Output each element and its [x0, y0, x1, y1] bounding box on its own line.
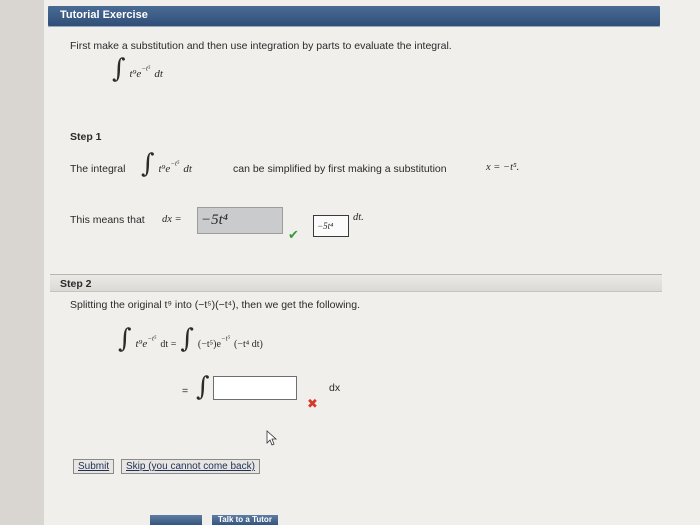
integral-sign-icon: ∫ [112, 54, 126, 84]
correct-check-icon: ✔ [288, 227, 299, 242]
step1-text-after: can be simplified by first making a subs… [233, 163, 447, 175]
integral-sign-icon: ∫ [196, 372, 210, 402]
second-line-equals: = [182, 385, 189, 397]
means-text: This means that [70, 214, 145, 226]
step1-title: Step 1 [70, 131, 102, 143]
dx-answer-input[interactable]: −5t⁴ [197, 207, 283, 234]
submit-button[interactable]: Submit [73, 459, 115, 474]
step1-integral: ∫ t⁹e−t⁵ dt [141, 149, 192, 179]
step2-title: Step 2 [60, 278, 92, 290]
header-divider [48, 26, 660, 27]
problem-integral: ∫ t⁹e−t⁵ dt [112, 54, 163, 84]
integral-sign-icon: ∫ [141, 149, 155, 179]
problem-prompt: First make a substitution and then use i… [70, 40, 452, 52]
mouse-cursor-icon [266, 430, 278, 446]
dx-label: dx = [162, 214, 182, 225]
integral-sign-icon: ∫ [180, 324, 194, 354]
integrand-input[interactable] [213, 376, 297, 400]
step2-header: Step 2 [50, 274, 662, 292]
help-tab-button[interactable] [150, 515, 202, 525]
step1-text-before: The integral [70, 163, 126, 175]
page-title: Tutorial Exercise [60, 9, 148, 21]
dt-suffix: dt. [353, 212, 364, 223]
dx-text: dx [329, 382, 341, 394]
substitution-expression: x = −t⁵. [486, 162, 520, 173]
integral-sign-icon: ∫ [118, 324, 132, 354]
incorrect-x-icon: ✖ [307, 396, 318, 411]
header-bar: Tutorial Exercise [48, 6, 660, 26]
skip-button[interactable]: Skip (you cannot come back) [121, 459, 260, 474]
step2-text: Splitting the original t⁹ into (−t⁵)(−t⁴… [70, 299, 361, 311]
talk-tutor-button[interactable]: Talk to a Tutor [212, 515, 278, 525]
step2-equation: ∫ t⁹e−t⁵ dt = ∫ (−t⁵)e−t⁵ (−t⁴ dt) [118, 324, 263, 354]
correct-answer-box: −5t⁴ [313, 215, 349, 237]
